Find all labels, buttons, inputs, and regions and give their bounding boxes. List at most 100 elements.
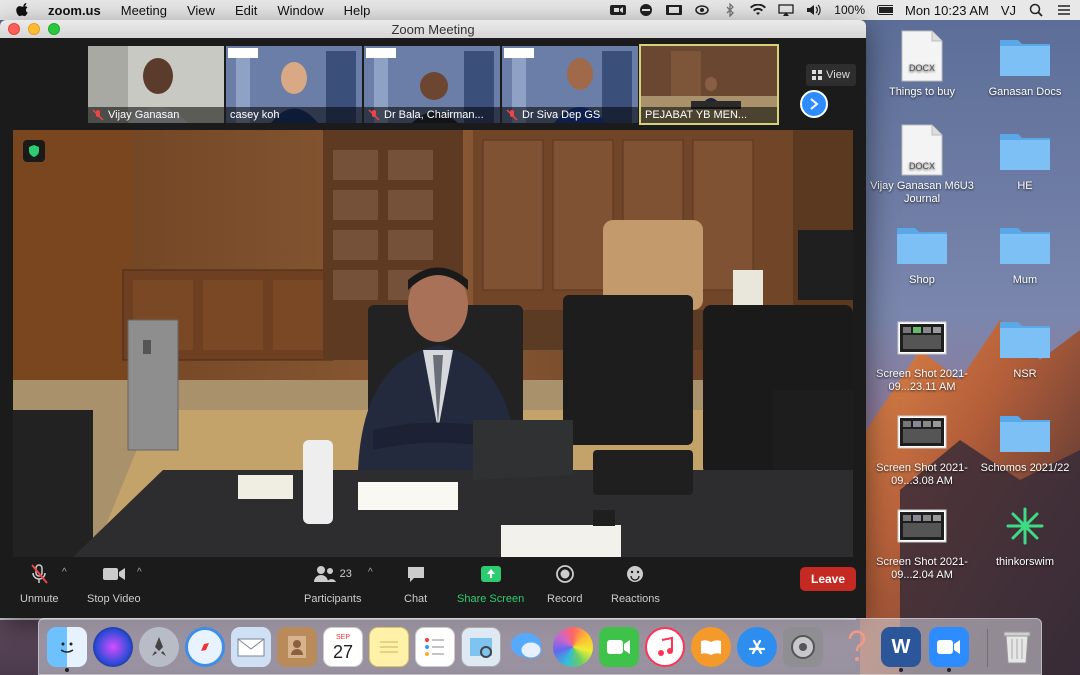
- muted-mic-icon: [506, 109, 518, 121]
- siri-icon[interactable]: [93, 627, 133, 667]
- window-titlebar: Zoom Meeting: [0, 20, 866, 38]
- wifi-icon[interactable]: [750, 3, 767, 17]
- calendar-month: SEP: [335, 633, 350, 641]
- reminders-icon[interactable]: [415, 627, 455, 667]
- menu-help[interactable]: Help: [344, 3, 371, 18]
- zoom-icon[interactable]: [929, 627, 969, 667]
- desktop-icon-label: Schomos 2021/22: [980, 462, 1070, 474]
- participants-count: 23: [339, 568, 352, 580]
- system-preferences-icon[interactable]: [783, 627, 823, 667]
- books-icon[interactable]: [691, 627, 731, 667]
- desktop-icon-things-to-buy[interactable]: DOCX Things to buy: [870, 28, 974, 99]
- participant-thumbnail[interactable]: Dr Bala, Chairman...: [364, 46, 500, 123]
- menu-window[interactable]: Window: [277, 3, 323, 18]
- window-maximize-button[interactable]: [48, 23, 60, 35]
- chat-button[interactable]: Chat: [404, 563, 427, 605]
- running-indicator: [947, 668, 951, 672]
- participant-thumbnail-active[interactable]: PEJABAT YB MEN...: [639, 44, 779, 125]
- participant-name: PEJABAT YB MEN...: [645, 109, 748, 121]
- desktop-icon-screenshot-3[interactable]: Screen Shot 2021-09...2.04 AM: [870, 498, 974, 582]
- view-button[interactable]: View: [806, 64, 856, 86]
- encryption-shield-icon[interactable]: [23, 140, 45, 162]
- share-screen-button[interactable]: Share Screen: [457, 563, 524, 605]
- share-screen-label: Share Screen: [457, 593, 525, 605]
- participant-thumbnail[interactable]: casey koh: [226, 46, 362, 123]
- contacts-icon[interactable]: [277, 627, 317, 667]
- calendar-day: 27: [332, 641, 354, 662]
- window-close-button[interactable]: [8, 23, 20, 35]
- desktop-icon-label: Screen Shot 2021-09...2.04 AM: [876, 556, 968, 581]
- desktop-icon-he[interactable]: HE: [973, 122, 1077, 193]
- desktop-icon-label: Vijay Ganasan M6U3 Journal: [870, 180, 974, 205]
- safari-icon[interactable]: [185, 627, 225, 667]
- participants-icon: [313, 566, 336, 582]
- volume-icon[interactable]: [806, 3, 822, 17]
- unmute-button[interactable]: Unmute: [20, 563, 59, 605]
- menu-view[interactable]: View: [187, 3, 215, 18]
- bluetooth-icon[interactable]: [722, 3, 738, 17]
- participants-options-chevron-icon[interactable]: ^: [368, 567, 373, 578]
- screen-icon[interactable]: [666, 3, 683, 17]
- menu-clock[interactable]: Mon 10:23 AM: [905, 3, 989, 18]
- calendar-icon[interactable]: SEP 27: [323, 627, 363, 667]
- muted-mic-icon: [29, 563, 49, 585]
- desktop-icon-nsr[interactable]: NSR: [973, 310, 1077, 381]
- preview-icon[interactable]: [461, 627, 501, 667]
- app-store-icon[interactable]: [737, 627, 777, 667]
- audio-options-chevron-icon[interactable]: ^: [62, 567, 67, 578]
- video-options-chevron-icon[interactable]: ^: [137, 567, 142, 578]
- desktop-icon-label: HE: [1017, 180, 1033, 192]
- airplay-icon[interactable]: [778, 3, 794, 17]
- zoom-tray-icon[interactable]: [610, 3, 627, 17]
- battery-icon[interactable]: [877, 3, 893, 17]
- docx-badge: DOCX: [909, 63, 935, 73]
- control-center-icon[interactable]: [1056, 3, 1072, 17]
- participant-thumbnail[interactable]: Dr Siva Dep GS: [502, 46, 638, 123]
- eye-icon[interactable]: [694, 3, 710, 17]
- chat-bubble-icon: [406, 563, 426, 585]
- messages-icon[interactable]: [507, 627, 547, 667]
- smiley-face-icon: [625, 563, 645, 585]
- active-speaker-video: [13, 130, 853, 557]
- trash-icon[interactable]: [997, 627, 1037, 667]
- desktop-icon-schomos[interactable]: Schomos 2021/22: [973, 404, 1077, 475]
- notes-icon[interactable]: [369, 627, 409, 667]
- leave-meeting-button[interactable]: Leave: [800, 567, 856, 591]
- desktop-icon-vijay-journal[interactable]: DOCX Vijay Ganasan M6U3 Journal: [870, 122, 974, 206]
- record-icon: [555, 563, 575, 585]
- stop-video-button[interactable]: Stop Video: [87, 563, 141, 605]
- menu-meeting[interactable]: Meeting: [121, 3, 167, 18]
- next-page-button[interactable]: [800, 90, 828, 118]
- apple-icon[interactable]: [16, 3, 30, 17]
- spotlight-search-icon[interactable]: [1028, 3, 1044, 17]
- reactions-button[interactable]: Reactions: [611, 563, 660, 605]
- facetime-icon[interactable]: [599, 627, 639, 667]
- participants-button[interactable]: 23 Participants: [304, 563, 361, 605]
- launchpad-icon[interactable]: [139, 627, 179, 667]
- muted-mic-icon: [92, 109, 104, 121]
- unmute-label: Unmute: [20, 593, 59, 605]
- participant-name: Dr Bala, Chairman...: [384, 109, 484, 121]
- desktop-icon-ganasan-docs[interactable]: Ganasan Docs: [973, 28, 1077, 99]
- desktop-icon-shop[interactable]: Shop: [870, 216, 974, 287]
- mail-icon[interactable]: [231, 627, 271, 667]
- help-icon[interactable]: [837, 627, 877, 667]
- menu-app-name[interactable]: zoom.us: [48, 3, 101, 18]
- desktop-icon-thinkorswim[interactable]: thinkorswim: [973, 498, 1077, 569]
- participant-thumbnail[interactable]: Vijay Ganasan: [88, 46, 224, 123]
- docx-badge: DOCX: [909, 161, 935, 171]
- word-icon[interactable]: W: [881, 627, 921, 667]
- photos-icon[interactable]: [553, 627, 593, 667]
- menu-edit[interactable]: Edit: [235, 3, 257, 18]
- menu-user[interactable]: VJ: [1001, 3, 1016, 18]
- finder-icon[interactable]: [47, 627, 87, 667]
- window-minimize-button[interactable]: [28, 23, 40, 35]
- desktop-icon-screenshot-1[interactable]: Screen Shot 2021-09...23.11 AM: [870, 310, 974, 394]
- desktop-icon-mum[interactable]: Mum: [973, 216, 1077, 287]
- no-entry-icon[interactable]: [638, 3, 654, 17]
- desktop-icon-label: Shop: [909, 274, 935, 286]
- record-button[interactable]: Record: [547, 563, 582, 605]
- desktop-icon-screenshot-2[interactable]: Screen Shot 2021-09...3.08 AM: [870, 404, 974, 488]
- music-icon[interactable]: [645, 627, 685, 667]
- zoom-meeting-window: Zoom Meeting Vijay Ganasan casey koh Dr …: [0, 20, 866, 618]
